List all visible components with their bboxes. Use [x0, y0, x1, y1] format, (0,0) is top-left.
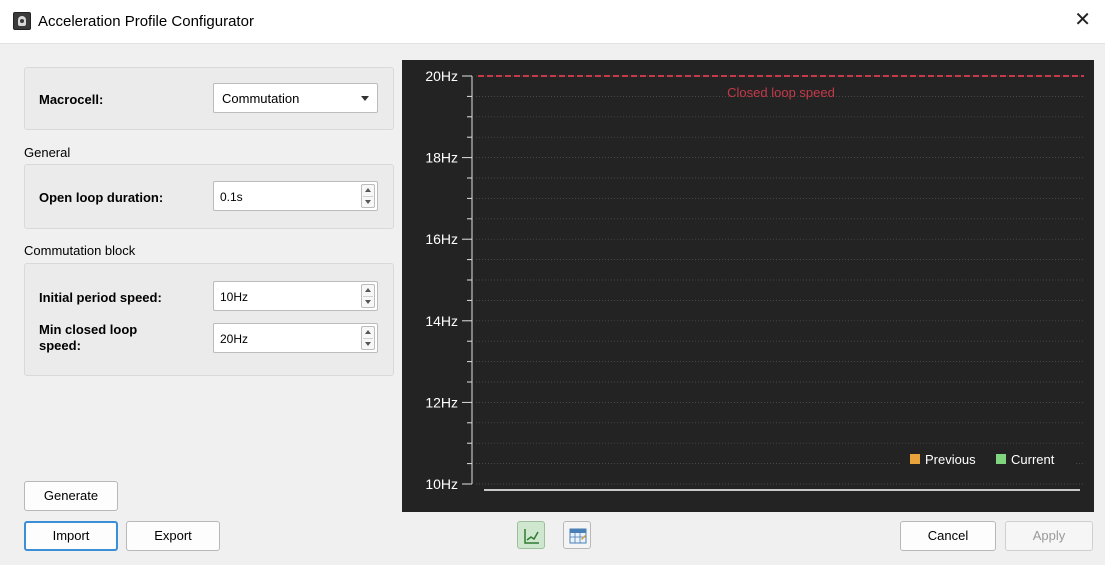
legend-label-current: Current	[1011, 452, 1055, 467]
spin-buttons[interactable]	[361, 326, 375, 350]
legend-label-previous: Previous	[925, 452, 976, 467]
initial-period-speed-spinbox[interactable]: 10Hz	[213, 281, 378, 311]
legend-swatch-current	[996, 454, 1006, 464]
macrocell-dropdown[interactable]: Commutation	[213, 83, 378, 113]
chart-canvas: 10Hz 12Hz 14Hz 16Hz 18Hz 20Hz Closed loop spee…	[425, 68, 1084, 492]
import-button[interactable]: Import	[24, 521, 118, 551]
y-tick-label: 12Hz	[425, 394, 458, 410]
y-tick-label: 20Hz	[425, 68, 458, 84]
macrocell-value: Commutation	[222, 91, 300, 106]
spin-up-icon[interactable]	[365, 188, 371, 192]
y-tick-label: 16Hz	[425, 231, 458, 247]
acceleration-chart: 10Hz 12Hz 14Hz 16Hz 18Hz 20Hz Closed loop spee…	[402, 60, 1094, 512]
min-closed-loop-speed-value: 20Hz	[220, 332, 249, 346]
spin-up-icon[interactable]	[365, 330, 371, 334]
chart-view-button[interactable]	[517, 521, 545, 549]
y-tick-label: 18Hz	[425, 150, 458, 166]
title-bar: Acceleration Profile Configurator ✕	[0, 0, 1105, 44]
spin-buttons[interactable]	[361, 184, 375, 208]
open-loop-duration-spinbox[interactable]: 0.1s	[213, 181, 378, 211]
macrocell-group: Macrocell: Commutation	[24, 67, 394, 130]
cancel-button[interactable]: Cancel	[900, 521, 996, 551]
line-chart-icon	[524, 529, 539, 544]
commutation-block-heading: Commutation block	[24, 243, 136, 258]
close-icon[interactable]: ✕	[1074, 9, 1091, 31]
chevron-down-icon	[361, 96, 369, 101]
open-loop-duration-label: Open loop duration:	[39, 190, 164, 205]
generate-button[interactable]: Generate	[24, 481, 118, 511]
general-heading: General	[24, 145, 71, 160]
y-tick-label: 10Hz	[425, 476, 458, 492]
export-button[interactable]: Export	[126, 521, 220, 551]
min-closed-loop-speed-spinbox[interactable]: 20Hz	[213, 323, 378, 353]
spin-up-icon[interactable]	[365, 288, 371, 292]
macrocell-label: Macrocell:	[39, 92, 104, 107]
spin-down-icon[interactable]	[365, 200, 371, 204]
window-title: Acceleration Profile Configurator	[38, 13, 254, 30]
table-view-button[interactable]	[563, 521, 591, 549]
general-group: Open loop duration: 0.1s	[24, 164, 394, 229]
min-closed-loop-speed-label: Min closed loop speed:	[39, 322, 138, 353]
spin-buttons[interactable]	[361, 284, 375, 308]
commutation-block-group: Initial period speed: 10Hz Min closed lo…	[24, 263, 394, 376]
initial-period-speed-label: Initial period speed:	[39, 290, 162, 305]
spin-down-icon[interactable]	[365, 300, 371, 304]
closed-loop-speed-label: Closed loop speed	[727, 85, 835, 100]
app-logo-icon	[13, 12, 31, 30]
table-calendar-icon	[569, 528, 587, 544]
spin-down-icon[interactable]	[365, 342, 371, 346]
apply-button[interactable]: Apply	[1005, 521, 1093, 551]
initial-period-speed-value: 10Hz	[220, 290, 249, 304]
y-tick-label: 14Hz	[425, 313, 458, 329]
open-loop-duration-value: 0.1s	[220, 190, 243, 204]
legend-swatch-previous	[910, 454, 920, 464]
